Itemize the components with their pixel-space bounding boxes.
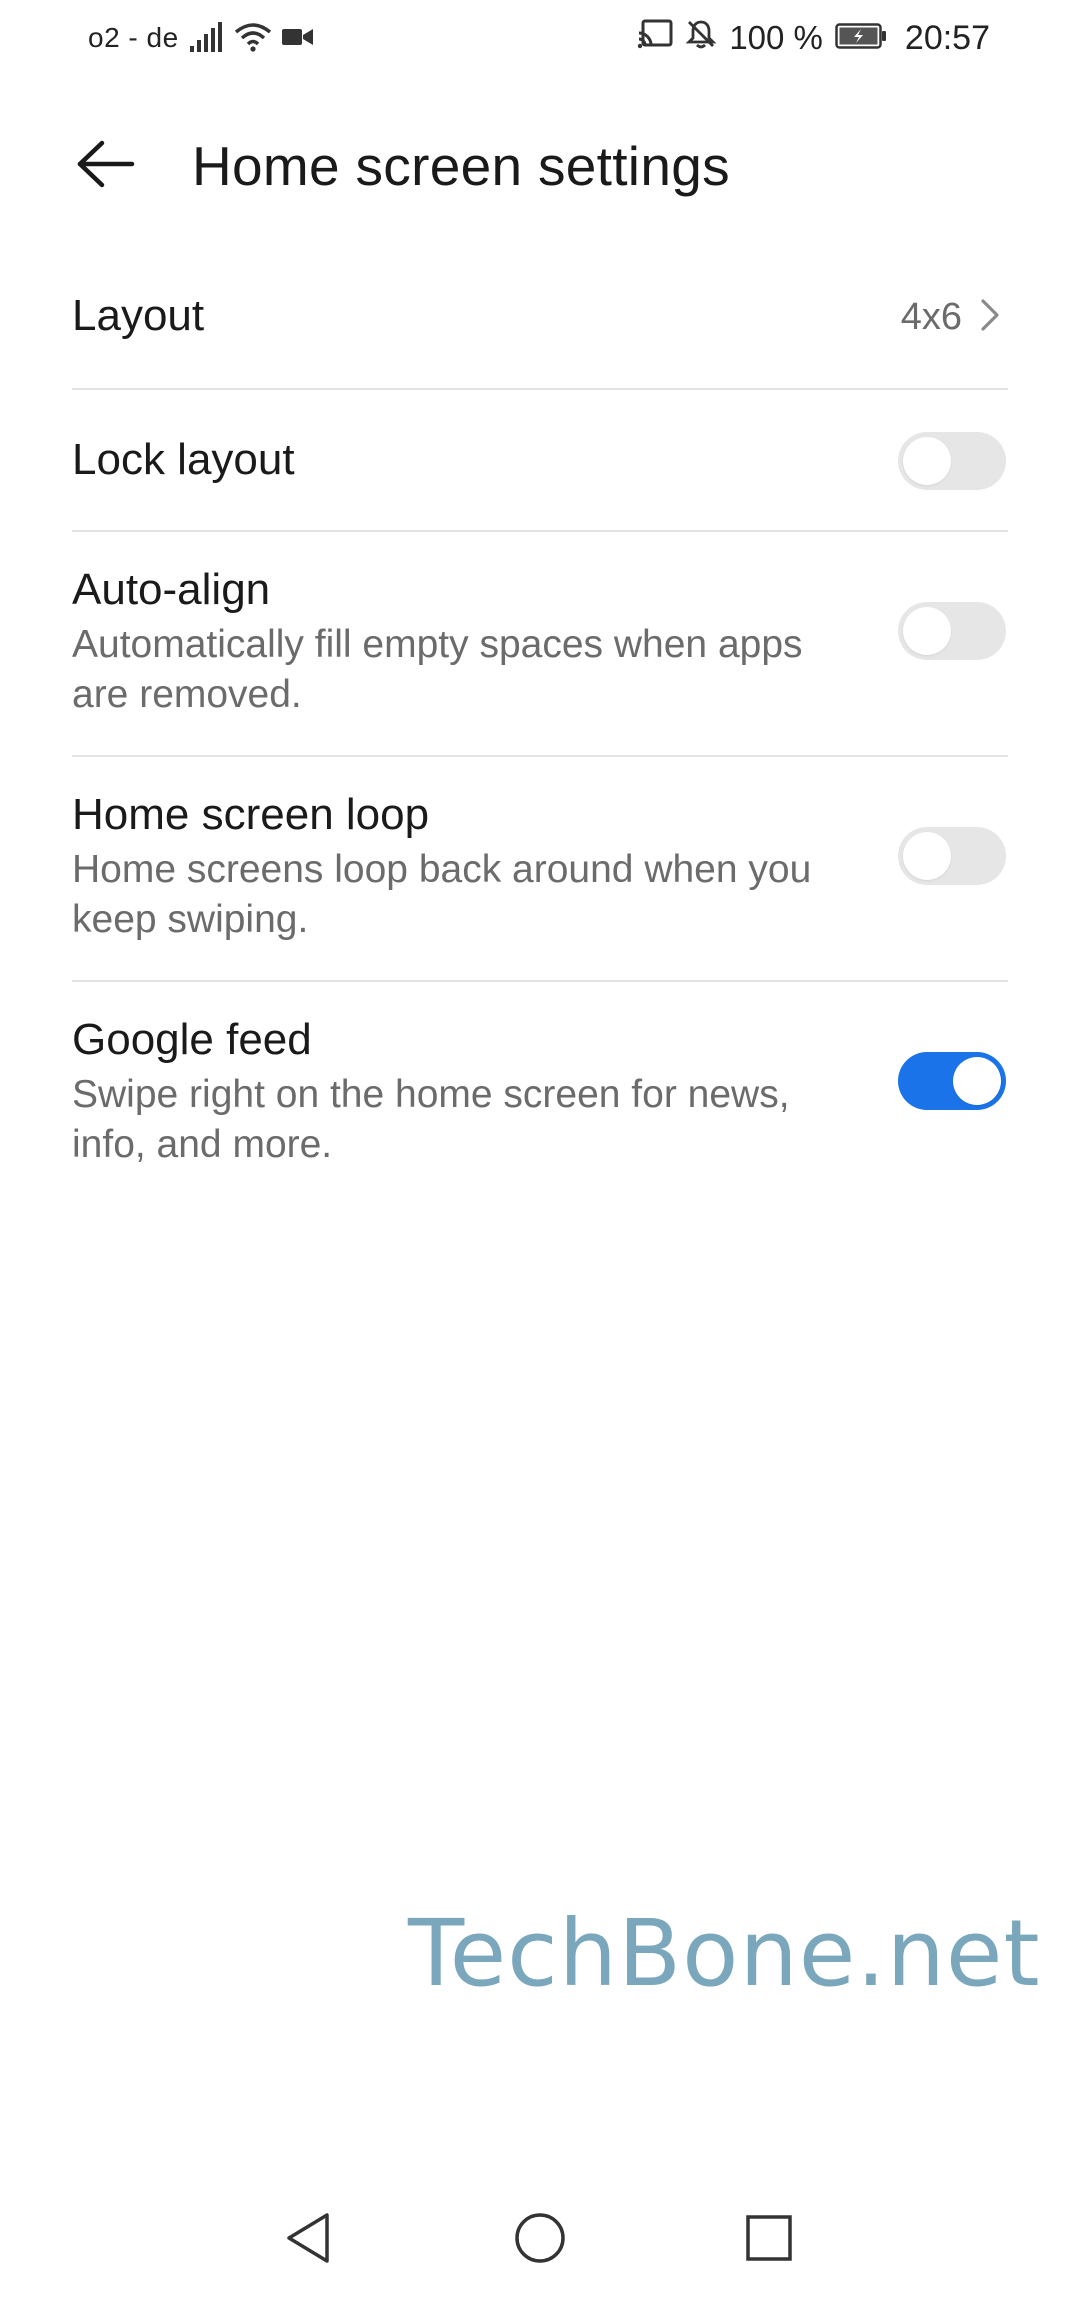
toggle-knob [953,1057,1001,1105]
home-screen-loop-title: Home screen loop [72,790,430,839]
clock: 20:57 [904,18,990,57]
navigation-bar [0,2182,1080,2312]
toggle-knob [903,832,951,880]
toggle-knob [903,437,951,485]
nav-back-icon [283,2211,333,2270]
google-feed-description: Swipe right on the home screen for news,… [72,1073,790,1166]
watermark: TechBone.net [408,1900,1041,2007]
auto-align-text: Auto-align Automatically fill empty spac… [72,562,862,720]
chevron-right-icon [980,298,1000,337]
auto-align-description: Automatically fill empty spaces when app… [72,623,803,716]
auto-align-toggle[interactable] [898,602,1006,660]
layout-row[interactable]: Layout 4x6 [72,250,1008,390]
nav-home-icon [513,2211,567,2270]
status-bar: o2 - de 100 % 20:57 [0,0,1080,80]
wifi-icon [234,22,272,57]
status-right: 100 % 20:57 [637,18,990,58]
google-feed-text: Google feed Swipe right on the home scre… [72,1012,862,1170]
auto-align-title: Auto-align [72,565,271,614]
status-left-icons [190,22,314,57]
toggle-knob [903,607,951,655]
back-arrow-icon [76,139,136,194]
nav-recents-icon [744,2213,794,2268]
google-feed-toggle[interactable] [898,1052,1006,1110]
back-button[interactable] [72,132,140,200]
lock-layout-title: Lock layout [72,435,295,484]
layout-value: 4x6 [900,296,962,338]
app-bar: Home screen settings [0,110,1080,230]
home-screen-loop-row: Home screen loop Home screens loop back … [72,757,1008,982]
home-screen-loop-text: Home screen loop Home screens loop back … [72,787,862,945]
carrier-name: o2 - de [88,22,179,53]
settings-list: Layout 4x6 Lock layout Auto-align Automa… [72,250,1008,1207]
page-title: Home screen settings [192,135,730,197]
signal-icon [190,22,224,57]
auto-align-row: Auto-align Automatically fill empty spac… [72,532,1008,757]
lock-layout-row: Lock layout [72,390,1008,532]
video-camera-icon [282,25,314,54]
layout-title: Layout [72,291,205,340]
lock-layout-toggle[interactable] [898,432,1006,490]
battery-percent: 100 % [729,19,823,56]
cast-icon [637,19,673,57]
nav-home-button[interactable] [500,2200,580,2280]
google-feed-row: Google feed Swipe right on the home scre… [72,982,1008,1207]
home-screen-loop-toggle[interactable] [898,827,1006,885]
battery-charging-icon [835,19,887,57]
home-screen-loop-description: Home screens loop back around when you k… [72,848,812,941]
google-feed-title: Google feed [72,1015,312,1064]
layout-value-wrap: 4x6 [901,296,1000,339]
nav-back-button[interactable] [268,2200,348,2280]
notifications-off-icon [685,18,717,58]
nav-recents-button[interactable] [729,2200,809,2280]
